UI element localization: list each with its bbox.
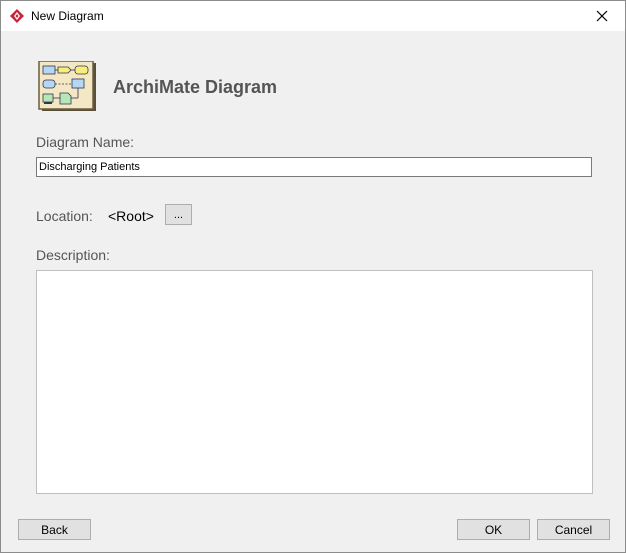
ok-button[interactable]: OK <box>457 519 530 540</box>
cancel-button[interactable]: Cancel <box>537 519 610 540</box>
diagram-name-input[interactable] <box>36 157 592 177</box>
description-label: Description: <box>36 247 110 263</box>
location-label: Location: <box>36 208 93 224</box>
diagram-type-title: ArchiMate Diagram <box>113 77 278 97</box>
archimate-diagram-icon <box>38 61 96 111</box>
title-bar: New Diagram <box>1 1 625 31</box>
window-title: New Diagram <box>31 9 104 23</box>
location-value: <Root> <box>108 208 154 224</box>
visual-paradigm-diamond-icon <box>10 9 24 23</box>
close-icon <box>596 10 608 22</box>
close-button[interactable] <box>579 1 625 31</box>
browse-location-button[interactable]: ... <box>165 204 192 225</box>
back-button[interactable]: Back <box>18 519 91 540</box>
diagram-name-label: Diagram Name: <box>36 134 135 150</box>
new-diagram-dialog: New Diagram ArchiMate Diagram Diagram Na… <box>0 0 626 553</box>
description-textarea[interactable] <box>36 270 593 494</box>
